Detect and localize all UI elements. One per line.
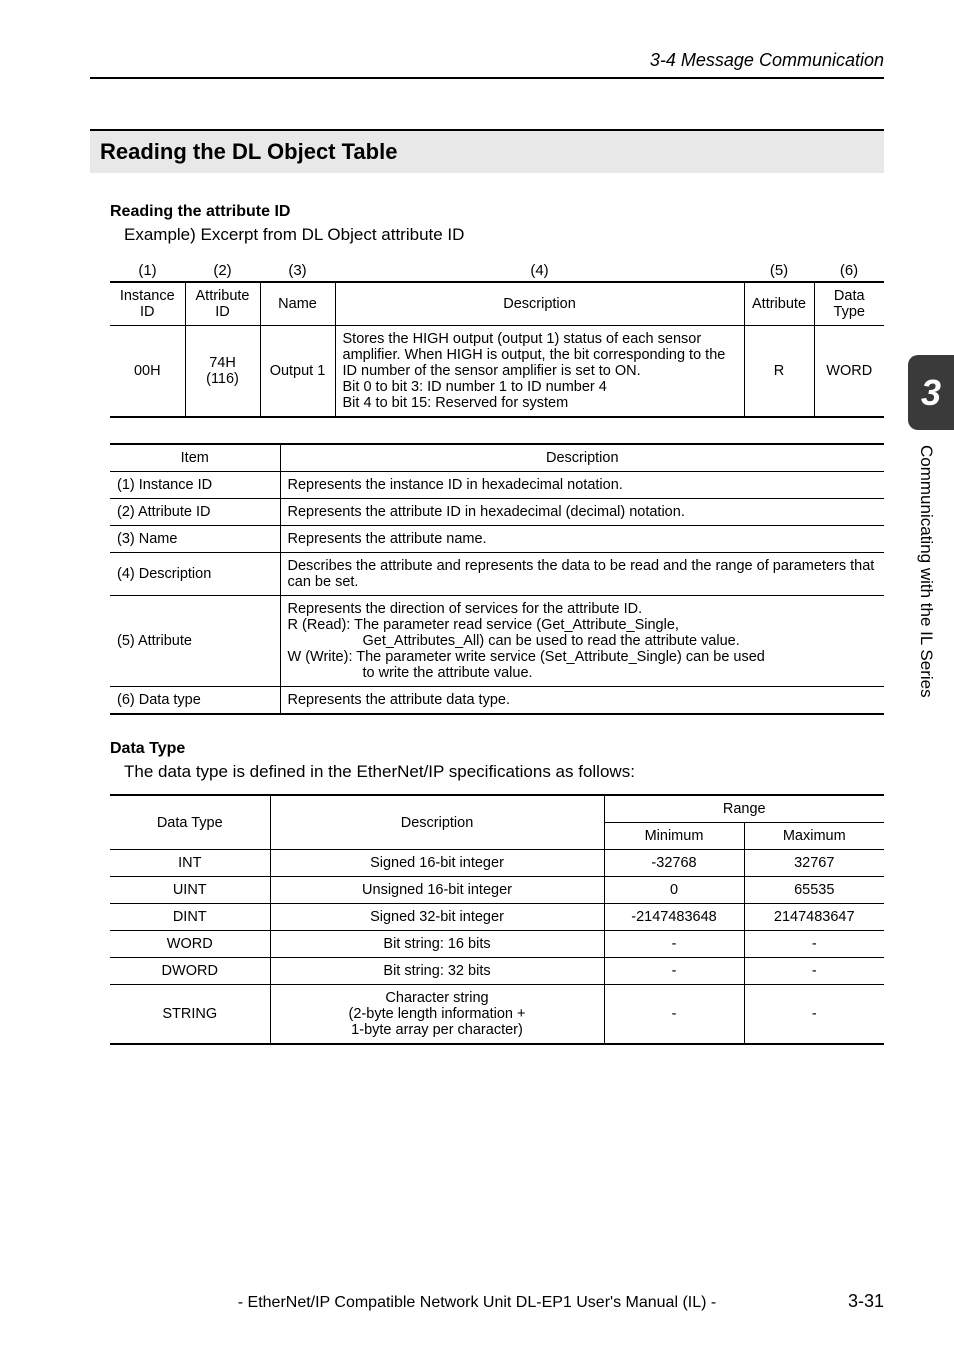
desc-cell: Represents the attribute data type. <box>280 687 884 715</box>
th-description: Description <box>335 282 744 326</box>
item-cell: (2) Attribute ID <box>110 499 280 526</box>
desc-cell: Describes the attribute and represents t… <box>280 553 884 596</box>
min-cell: -32768 <box>604 850 744 877</box>
attr-id-dec: (116) <box>206 371 239 387</box>
dt-cell: INT <box>110 850 270 877</box>
th-data-type: Data Type <box>814 282 884 326</box>
desc-cell: Unsigned 16-bit integer <box>270 877 604 904</box>
cell-attr-id: 74H (116) <box>185 326 260 418</box>
th-data-type: Data Type <box>110 795 270 850</box>
desc-cell: Represents the instance ID in hexadecima… <box>280 472 884 499</box>
chapter-tab: 3 <box>908 355 954 430</box>
max-cell: 32767 <box>744 850 884 877</box>
page-header: 3-4 Message Communication <box>90 50 884 79</box>
desc-line: (2-byte length information + <box>278 1006 597 1022</box>
desc-cell: Bit string: 16 bits <box>270 931 604 958</box>
subsection-title-data-type: Data Type <box>110 740 884 758</box>
th-instance-id: Instance ID <box>110 282 185 326</box>
attr-id-hex: 74H <box>209 355 236 371</box>
desc-line: 1-byte array per character) <box>278 1022 597 1038</box>
th-attribute: Attribute <box>744 282 814 326</box>
col-label: (1) <box>110 257 185 282</box>
col-label: (2) <box>185 257 260 282</box>
footer-text: - EtherNet/IP Compatible Network Unit DL… <box>0 1294 954 1312</box>
th-name: Name <box>260 282 335 326</box>
cell-instance: 00H <box>110 326 185 418</box>
col-label: (3) <box>260 257 335 282</box>
desc-cell: Represents the attribute name. <box>280 526 884 553</box>
min-cell: 0 <box>604 877 744 904</box>
col-label: (6) <box>814 257 884 282</box>
cell-name: Output 1 <box>260 326 335 418</box>
col-label: (4) <box>335 257 744 282</box>
min-cell: - <box>604 958 744 985</box>
desc-line: Get_Attributes_All) can be used to read … <box>288 633 878 649</box>
dt-cell: STRING <box>110 985 270 1045</box>
cell-description: Stores the HIGH output (output 1) status… <box>335 326 744 418</box>
th-attribute-id: Attribute ID <box>185 282 260 326</box>
desc-cell: Represents the direction of services for… <box>280 596 884 687</box>
desc-cell: Signed 32-bit integer <box>270 904 604 931</box>
desc-cell: Character string (2-byte length informat… <box>270 985 604 1045</box>
min-cell: -2147483648 <box>604 904 744 931</box>
chapter-side-text: Communicating with the IL Series <box>916 445 936 698</box>
th-min: Minimum <box>604 823 744 850</box>
desc-line: Bit 0 to bit 3: ID number 1 to ID number… <box>343 379 737 395</box>
item-cell: (4) Description <box>110 553 280 596</box>
chapter-number: 3 <box>921 372 941 414</box>
dt-cell: DWORD <box>110 958 270 985</box>
th-desc: Description <box>280 444 884 472</box>
desc-cell: Bit string: 32 bits <box>270 958 604 985</box>
desc-cell: Represents the attribute ID in hexadecim… <box>280 499 884 526</box>
section-title: Reading the DL Object Table <box>90 129 884 173</box>
item-description-table: Item Description (1) Instance ID Represe… <box>110 443 884 715</box>
th-description: Description <box>270 795 604 850</box>
max-cell: 2147483647 <box>744 904 884 931</box>
desc-cell: Signed 16-bit integer <box>270 850 604 877</box>
subsection-title-attr-id: Reading the attribute ID <box>110 203 884 221</box>
data-type-text: The data type is defined in the EtherNet… <box>110 762 884 782</box>
data-type-table: Data Type Description Range Minimum Maxi… <box>110 794 884 1045</box>
item-cell: (5) Attribute <box>110 596 280 687</box>
desc-line: R (Read): The parameter read service (Ge… <box>288 617 878 633</box>
desc-line: Bit 4 to bit 15: Reserved for system <box>343 395 737 411</box>
cell-attribute: R <box>744 326 814 418</box>
max-cell: - <box>744 931 884 958</box>
dt-cell: DINT <box>110 904 270 931</box>
item-cell: (6) Data type <box>110 687 280 715</box>
dl-object-example-table: (1) (2) (3) (4) (5) (6) Instance ID Attr… <box>110 257 884 418</box>
desc-line: to write the attribute value. <box>288 665 878 681</box>
desc-line: Stores the HIGH output (output 1) status… <box>343 331 737 379</box>
desc-line: Represents the direction of services for… <box>288 601 878 617</box>
cell-data-type: WORD <box>814 326 884 418</box>
max-cell: 65535 <box>744 877 884 904</box>
min-cell: - <box>604 985 744 1045</box>
page-number: 3-31 <box>848 1291 884 1312</box>
dt-cell: UINT <box>110 877 270 904</box>
th-range: Range <box>604 795 884 823</box>
dt-cell: WORD <box>110 931 270 958</box>
col-label: (5) <box>744 257 814 282</box>
th-max: Maximum <box>744 823 884 850</box>
desc-line: W (Write): The parameter write service (… <box>288 649 878 665</box>
example-text: Example) Excerpt from DL Object attribut… <box>110 225 884 245</box>
desc-line: Character string <box>278 990 597 1006</box>
item-cell: (1) Instance ID <box>110 472 280 499</box>
th-item: Item <box>110 444 280 472</box>
max-cell: - <box>744 985 884 1045</box>
min-cell: - <box>604 931 744 958</box>
item-cell: (3) Name <box>110 526 280 553</box>
max-cell: - <box>744 958 884 985</box>
